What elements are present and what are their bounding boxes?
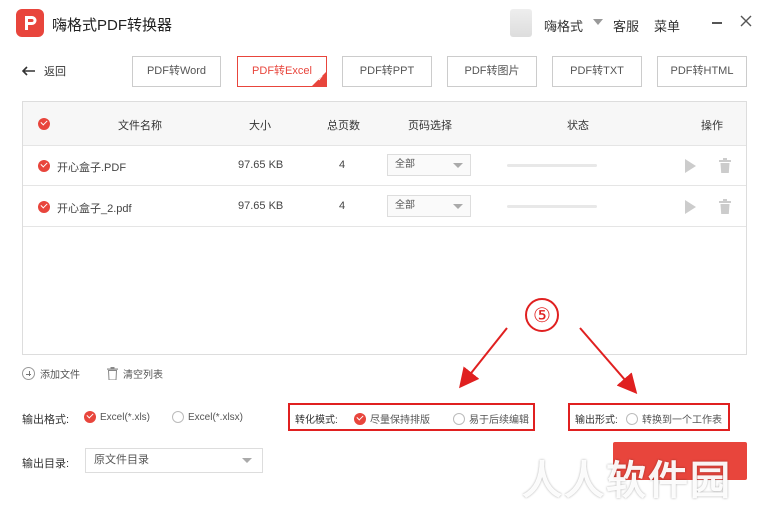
watermark: 人人软件园: [522, 458, 732, 504]
annotation-arrows: [459, 327, 638, 395]
